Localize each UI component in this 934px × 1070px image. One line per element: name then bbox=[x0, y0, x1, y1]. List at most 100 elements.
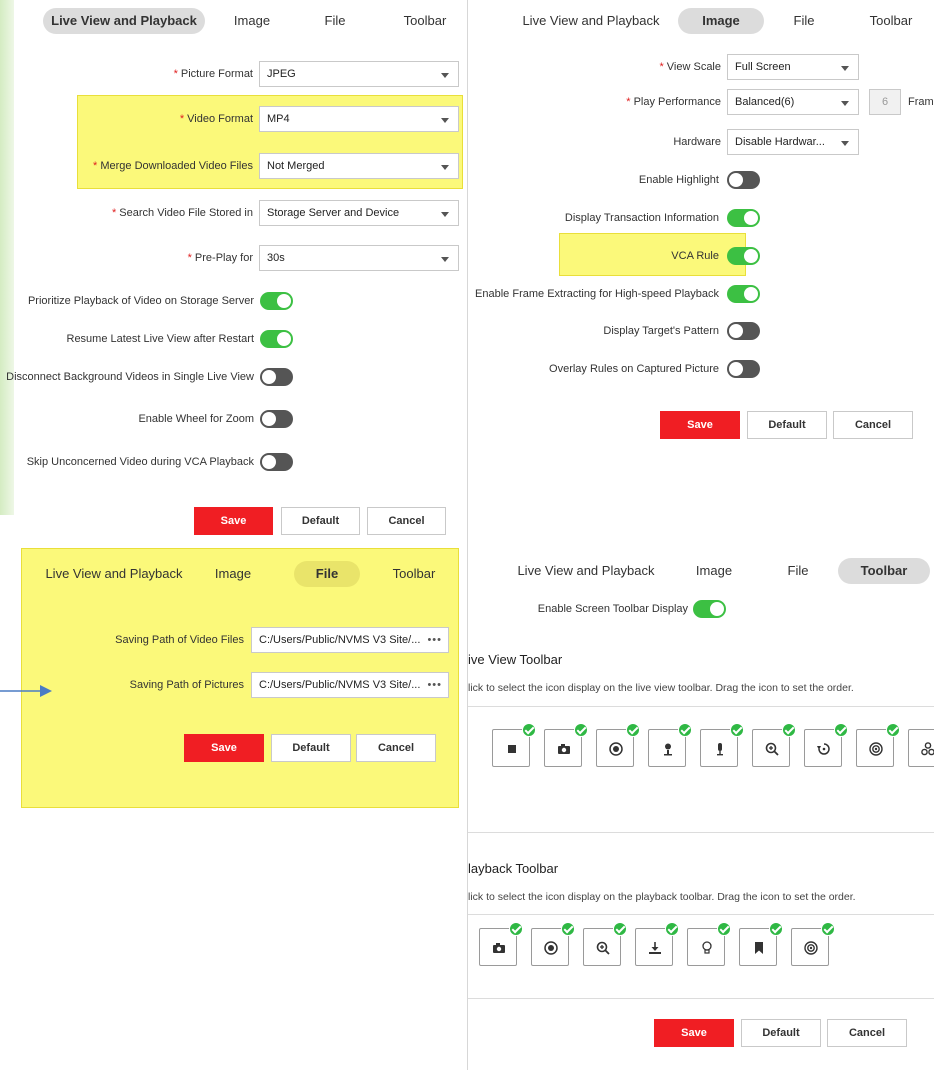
toolbar-item-microphone[interactable] bbox=[700, 723, 744, 767]
vca-rule-toggle[interactable] bbox=[727, 247, 760, 265]
tab-image[interactable]: Image bbox=[678, 8, 764, 34]
person-icon bbox=[664, 743, 672, 756]
merge-files-select[interactable]: Not Merged bbox=[259, 153, 459, 179]
skip-unconcerned-toggle[interactable] bbox=[260, 453, 293, 471]
default-button[interactable]: Default bbox=[747, 411, 827, 439]
tab-image[interactable]: Image bbox=[683, 558, 745, 584]
cancel-button[interactable]: Cancel bbox=[833, 411, 913, 439]
divider bbox=[468, 706, 934, 707]
tab-toolbar[interactable]: Toolbar bbox=[856, 8, 926, 34]
picture-path-input[interactable]: C:/Users/Public/NVMS V3 Site/... ••• bbox=[251, 672, 449, 698]
divider bbox=[468, 914, 934, 915]
save-button[interactable]: Save bbox=[660, 411, 740, 439]
vca-rule-row: VCA Rule bbox=[468, 243, 934, 269]
toolbar-item-stop[interactable] bbox=[492, 723, 536, 767]
tab-live-view-and-playback[interactable]: Live View and Playback bbox=[516, 8, 666, 34]
hardware-select[interactable]: Disable Hardwar... bbox=[727, 129, 859, 155]
toolbar-item-rotate[interactable] bbox=[804, 723, 848, 767]
transaction-info-toggle[interactable] bbox=[727, 209, 760, 227]
video-format-select[interactable]: MP4 bbox=[259, 106, 459, 132]
toolbar-item-bookmark[interactable] bbox=[739, 922, 783, 966]
target-pattern-toggle[interactable] bbox=[727, 322, 760, 340]
frame-rate-input[interactable]: 6 bbox=[869, 89, 901, 115]
tab-toolbar[interactable]: Toolbar bbox=[838, 558, 930, 584]
frame-extracting-toggle[interactable] bbox=[727, 285, 760, 303]
live-view-toolbar-title: ive View Toolbar bbox=[468, 652, 563, 667]
browse-button[interactable]: ••• bbox=[427, 673, 442, 697]
check-icon bbox=[665, 922, 679, 936]
cancel-button[interactable]: Cancel bbox=[827, 1019, 907, 1047]
toolbar-item-person[interactable] bbox=[648, 723, 692, 767]
cancel-button[interactable]: Cancel bbox=[356, 734, 436, 762]
check-icon bbox=[509, 922, 523, 936]
video-format-label: * Video Format bbox=[179, 113, 253, 125]
chevron-down-icon bbox=[841, 101, 849, 106]
save-button[interactable]: Save bbox=[194, 507, 273, 535]
picture-format-label: * Picture Format bbox=[173, 68, 253, 80]
toolbar-item-record[interactable] bbox=[596, 723, 640, 767]
save-button[interactable]: Save bbox=[654, 1019, 734, 1047]
toolbar-item-record[interactable] bbox=[531, 922, 575, 966]
search-video-select[interactable]: Storage Server and Device bbox=[259, 200, 459, 226]
toolbar-item-camera[interactable] bbox=[479, 922, 523, 966]
overlay-rules-label: Overlay Rules on Captured Picture bbox=[549, 363, 719, 375]
tab-live-view-and-playback[interactable]: Live View and Playback bbox=[42, 561, 186, 587]
toolbar-item-link[interactable] bbox=[908, 729, 934, 767]
frame-extracting-label: Enable Frame Extracting for High-speed P… bbox=[475, 288, 719, 300]
cancel-button[interactable]: Cancel bbox=[367, 507, 446, 535]
wheel-zoom-toggle[interactable] bbox=[260, 410, 293, 428]
tab-file[interactable]: File bbox=[774, 558, 822, 584]
resume-live-view-toggle[interactable] bbox=[260, 330, 293, 348]
frame-extracting-row: Enable Frame Extracting for High-speed P… bbox=[468, 281, 934, 307]
toolbar-item-target[interactable] bbox=[791, 922, 835, 966]
tab-file[interactable]: File bbox=[300, 8, 370, 34]
default-button[interactable]: Default bbox=[271, 734, 351, 762]
enable-highlight-label: Enable Highlight bbox=[638, 174, 719, 186]
toolbar-item-zoom[interactable] bbox=[583, 922, 627, 966]
view-scale-select[interactable]: Full Screen bbox=[727, 54, 859, 80]
download-icon bbox=[649, 942, 661, 954]
pre-play-row: * Pre-Play for 30s bbox=[0, 245, 467, 271]
tab-live-view-and-playback[interactable]: Live View and Playback bbox=[512, 558, 660, 584]
enable-toolbar-toggle[interactable] bbox=[693, 600, 726, 618]
tab-bar: Live View and Playback Image File Toolba… bbox=[468, 558, 934, 584]
tab-file[interactable]: File bbox=[778, 8, 830, 34]
disconnect-background-row: Disconnect Background Videos in Single L… bbox=[0, 364, 467, 390]
video-path-input[interactable]: C:/Users/Public/NVMS V3 Site/... ••• bbox=[251, 627, 449, 653]
prioritize-playback-label: Prioritize Playback of Video on Storage … bbox=[27, 295, 254, 307]
tab-file[interactable]: File bbox=[294, 561, 360, 587]
picture-format-select[interactable]: JPEG bbox=[259, 61, 459, 87]
tab-image[interactable]: Image bbox=[215, 8, 289, 34]
picture-format-row: * Picture Format JPEG bbox=[0, 61, 467, 87]
enable-highlight-toggle[interactable] bbox=[727, 171, 760, 189]
skip-unconcerned-label: Skip Unconcerned Video during VCA Playba… bbox=[26, 456, 254, 468]
pre-play-select[interactable]: 30s bbox=[259, 245, 459, 271]
browse-button[interactable]: ••• bbox=[427, 628, 442, 652]
view-scale-row: * View Scale Full Screen bbox=[468, 54, 934, 80]
check-icon bbox=[886, 723, 900, 737]
play-performance-select[interactable]: Balanced(6) bbox=[727, 89, 859, 115]
record-icon bbox=[544, 941, 558, 955]
tab-image[interactable]: Image bbox=[202, 561, 264, 587]
save-button[interactable]: Save bbox=[184, 734, 264, 762]
transaction-info-row: Display Transaction Information bbox=[468, 205, 934, 231]
toolbar-item-zoom[interactable] bbox=[752, 723, 796, 767]
toolbar-item-camera[interactable] bbox=[544, 723, 588, 767]
toolbar-item-download[interactable] bbox=[635, 922, 679, 966]
default-button[interactable]: Default bbox=[741, 1019, 821, 1047]
hardware-row: Hardware Disable Hardwar... bbox=[468, 129, 934, 155]
check-icon bbox=[613, 922, 627, 936]
default-button[interactable]: Default bbox=[281, 507, 360, 535]
prioritize-playback-toggle[interactable] bbox=[260, 292, 293, 310]
pre-play-label: * Pre-Play for bbox=[187, 252, 253, 264]
tab-toolbar[interactable]: Toolbar bbox=[384, 561, 444, 587]
tab-live-view-and-playback[interactable]: Live View and Playback bbox=[43, 8, 205, 34]
overlay-rules-toggle[interactable] bbox=[727, 360, 760, 378]
toolbar-item-target[interactable] bbox=[856, 723, 900, 767]
overlay-rules-row: Overlay Rules on Captured Picture bbox=[468, 356, 934, 382]
search-video-label: * Search Video File Stored in bbox=[112, 207, 253, 219]
tab-toolbar[interactable]: Toolbar bbox=[385, 8, 465, 34]
toolbar-item-bulb[interactable] bbox=[687, 922, 731, 966]
chevron-down-icon bbox=[441, 118, 449, 123]
disconnect-background-toggle[interactable] bbox=[260, 368, 293, 386]
